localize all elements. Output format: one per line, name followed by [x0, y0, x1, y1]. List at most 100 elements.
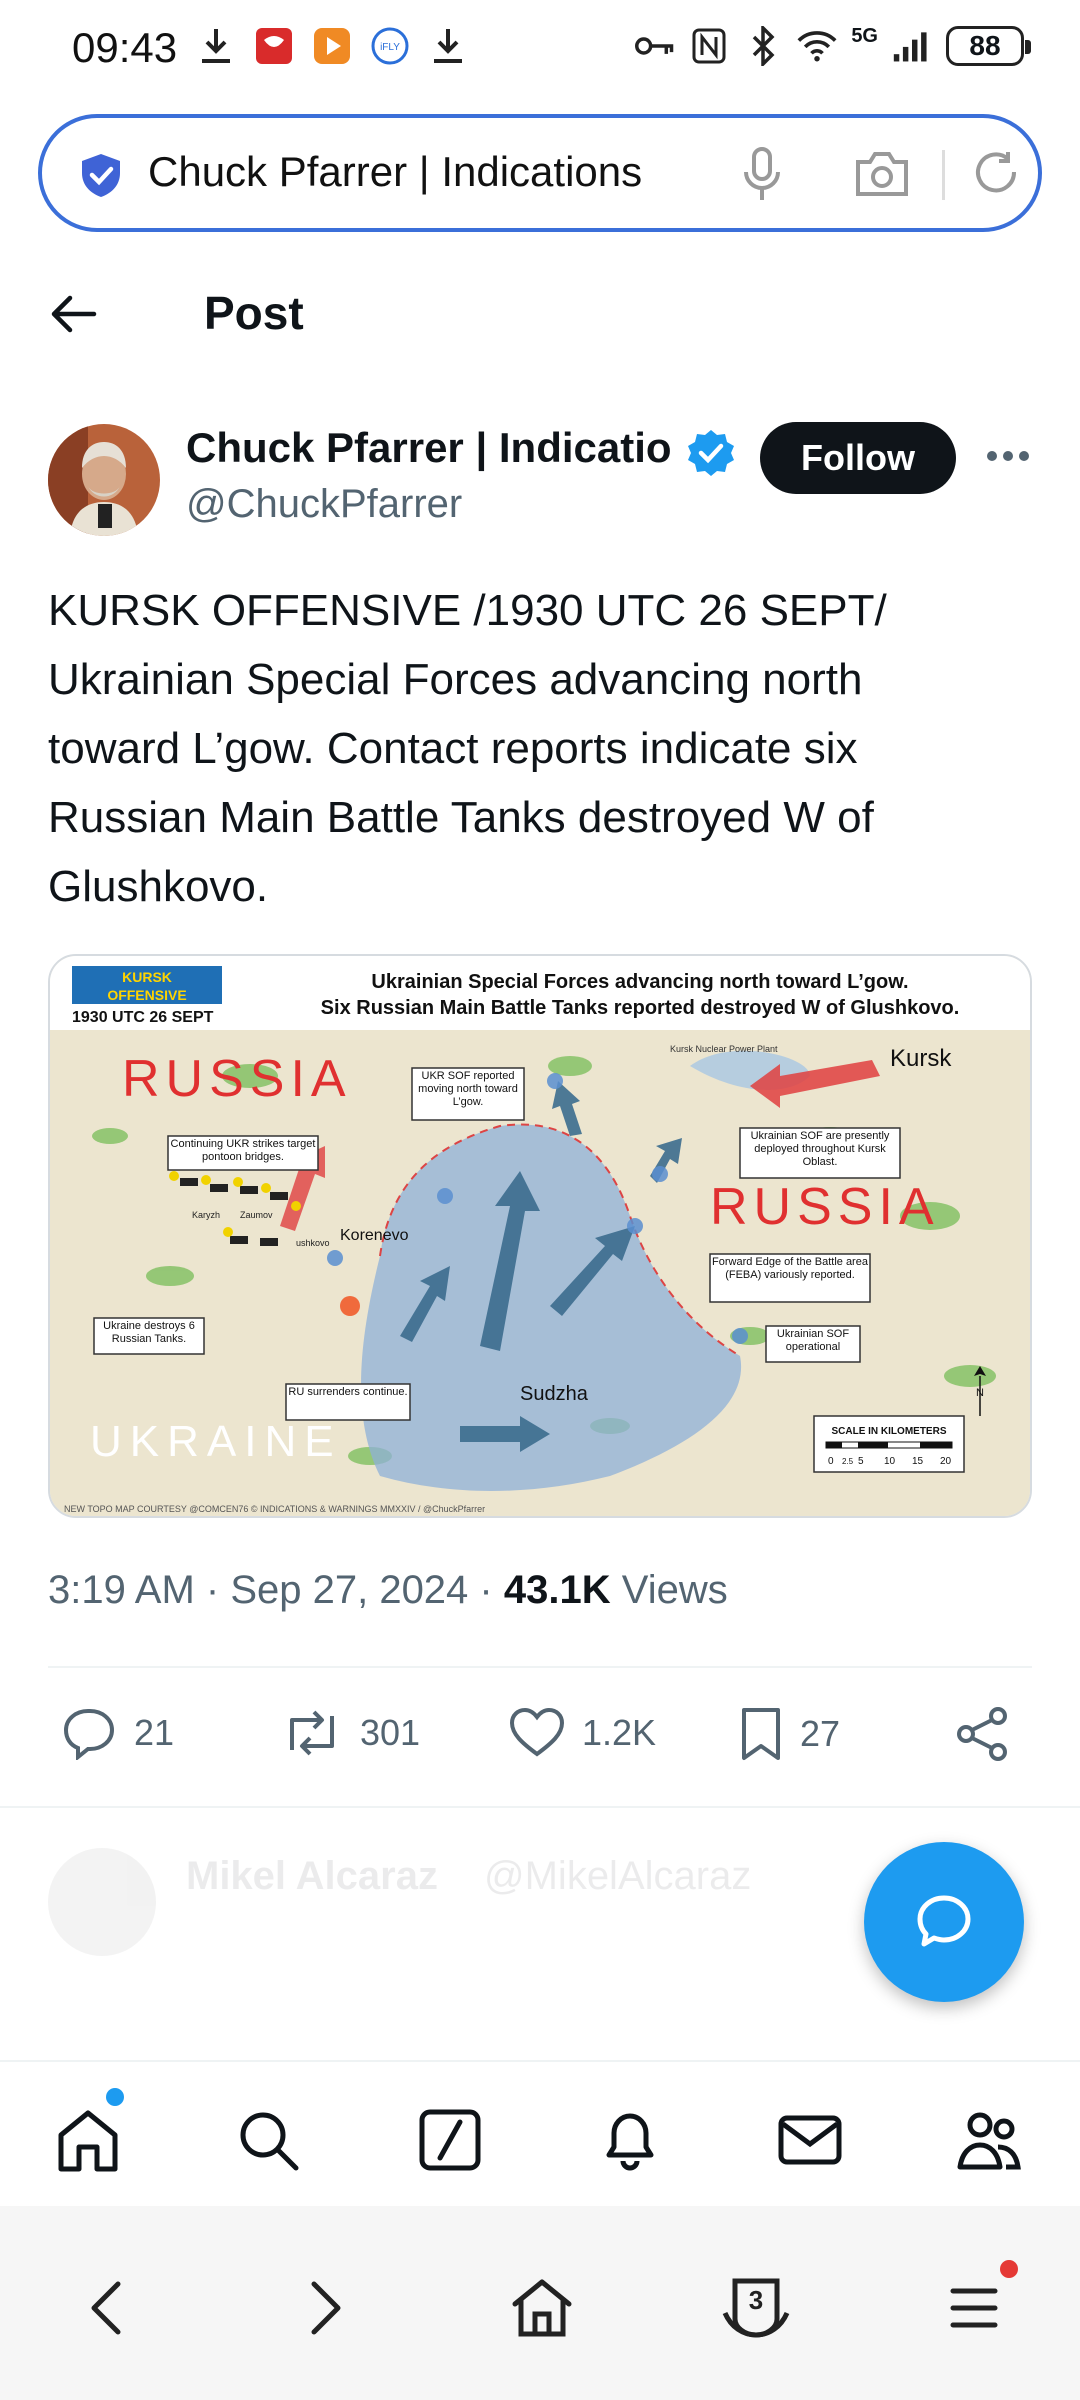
- callout-sof-op: Ukrainian SOF operational: [765, 1325, 861, 1363]
- more-icon: [987, 451, 1029, 461]
- bluetooth-icon: [743, 26, 783, 66]
- download-icon: [196, 26, 236, 66]
- tabs-icon: 3: [722, 2278, 790, 2338]
- npp-label: Kursk Nuclear Power Plant: [670, 1044, 778, 1054]
- browser-tabs-button[interactable]: 3: [716, 2268, 796, 2348]
- address-bar[interactable]: Chuck Pfarrer | Indications: [38, 114, 1042, 232]
- bookmark-icon: [742, 1708, 780, 1760]
- callout-strikes-text: Continuing UKR strikes target pontoon br…: [170, 1138, 316, 1163]
- scale-tick-0: 0: [828, 1456, 834, 1467]
- russia-label-west: RUSSIA: [122, 1050, 352, 1108]
- reply-handle: @MikelAlcaraz: [484, 1854, 752, 1898]
- reply-button[interactable]: 21: [60, 1706, 174, 1760]
- forward-icon: [311, 2281, 341, 2335]
- refresh-icon[interactable]: [970, 148, 1022, 205]
- north-label: N: [976, 1387, 984, 1399]
- repost-button[interactable]: 301: [280, 1706, 420, 1760]
- download-icon: [428, 26, 468, 66]
- nav-communities[interactable]: [950, 2100, 1030, 2180]
- reply-icon: [63, 1709, 115, 1760]
- browser-toolbar: 3: [0, 2206, 1080, 2400]
- callout-tanks-text: Ukraine destroys 6 Russian Tanks.: [103, 1320, 195, 1345]
- browser-menu-button[interactable]: [934, 2268, 1014, 2348]
- tab-count: 3: [749, 2285, 763, 2315]
- mic-icon[interactable]: [742, 146, 782, 207]
- home-icon: [512, 2279, 572, 2337]
- nav-grok[interactable]: [410, 2100, 490, 2180]
- browser-home-button[interactable]: [502, 2268, 582, 2348]
- post-media-image[interactable]: KURSK OFFENSIVE 1930 UTC 26 SEPT Ukraini…: [48, 954, 1032, 1518]
- camera-icon[interactable]: [854, 148, 910, 203]
- callout-surrender: RU surrenders continue.: [285, 1383, 411, 1421]
- bookmark-button[interactable]: 27: [738, 1706, 840, 1762]
- scale-title: SCALE IN KILOMETERS: [831, 1426, 946, 1437]
- shop-icon: [254, 26, 294, 66]
- nav-notifications[interactable]: [590, 2100, 670, 2180]
- reply-count: 21: [134, 1712, 175, 1753]
- post-text: KURSK OFFENSIVE /1930 UTC 26 SEPT/ Ukrai…: [48, 586, 887, 911]
- reply-avatar: [48, 1848, 156, 1956]
- share-icon: [957, 1707, 1007, 1761]
- author-handle[interactable]: @ChuckPfarrer: [186, 482, 462, 527]
- key-icon: [635, 26, 675, 66]
- reply-author: Mikel Alcaraz: [186, 1854, 438, 1898]
- badge-time: 1930 UTC 26 SEPT: [72, 1009, 214, 1026]
- divider: [48, 1666, 1032, 1668]
- verified-badge-icon: [686, 428, 736, 478]
- korenevo-label: Korenevo: [340, 1227, 409, 1244]
- callout-sof-north: UKR SOF reported moving north toward L’g…: [411, 1067, 525, 1121]
- callout-feba-text: Forward Edge of the Battle area (FEBA) v…: [712, 1256, 868, 1281]
- address-divider: [942, 150, 945, 200]
- arrow-left-icon: [51, 295, 97, 333]
- like-button[interactable]: 1.2K: [508, 1706, 656, 1760]
- back-icon: [91, 2281, 121, 2335]
- back-button[interactable]: [44, 284, 104, 344]
- heart-icon: [509, 1707, 565, 1757]
- notification-dot: [106, 2088, 124, 2106]
- follow-button[interactable]: Follow: [760, 422, 956, 494]
- share-button[interactable]: [954, 1706, 1010, 1762]
- nfc-icon: [689, 26, 729, 66]
- grok-icon: [419, 2109, 481, 2171]
- address-text[interactable]: Chuck Pfarrer | Indications: [148, 148, 642, 196]
- search-icon: [240, 2112, 299, 2171]
- post-date[interactable]: Sep 27, 2024: [230, 1568, 468, 1612]
- menu-icon: [950, 2288, 998, 2328]
- like-count: 1.2K: [582, 1712, 657, 1753]
- zaumov-label: Zaumov: [240, 1210, 273, 1220]
- signal-icon: [892, 26, 932, 66]
- scale-bar: SCALE IN KILOMETERS 0 2.5 5 10 15 20: [813, 1415, 965, 1473]
- nav-search[interactable]: [228, 2100, 308, 2180]
- post-time[interactable]: 3:19 AM: [48, 1568, 195, 1612]
- ukraine-label: UKRAINE: [90, 1417, 342, 1466]
- views-count: 43.1K: [503, 1568, 611, 1612]
- author-name[interactable]: Chuck Pfarrer | Indicatio: [186, 424, 686, 472]
- callout-sof-north-text: UKR SOF reported moving north toward L’g…: [418, 1070, 518, 1108]
- scale-tick-2: 5: [858, 1456, 864, 1467]
- browser-forward-button[interactable]: [286, 2268, 366, 2348]
- bottom-nav: [0, 2060, 1080, 2206]
- browser-back-button[interactable]: [66, 2268, 146, 2348]
- battery-indicator: 88: [946, 26, 1031, 66]
- callout-tanks: Ukraine destroys 6 Russian Tanks.: [93, 1317, 205, 1355]
- status-system-icons: 5G 88: [635, 25, 1031, 66]
- menu-notification-dot: [1000, 2260, 1018, 2278]
- map-headline-2: Six Russian Main Battle Tanks reported d…: [321, 997, 960, 1019]
- map-headline-1: Ukrainian Special Forces advancing north…: [371, 971, 908, 993]
- views-label: Views: [621, 1568, 728, 1612]
- avatar[interactable]: [48, 424, 160, 536]
- communities-icon: [957, 2112, 1021, 2170]
- compose-reply-button[interactable]: [864, 1842, 1024, 2002]
- scale-tick-3: 10: [884, 1456, 896, 1467]
- status-bar: 09:43 iFLY 5G 88: [0, 0, 1080, 100]
- page-title: Post: [204, 287, 304, 339]
- nav-messages[interactable]: [770, 2100, 850, 2180]
- video-icon: [312, 26, 352, 66]
- svg-text:iFLY: iFLY: [380, 42, 400, 53]
- scale-tick-4: 15: [912, 1456, 924, 1467]
- more-options-button[interactable]: [980, 428, 1036, 484]
- nav-home[interactable]: [48, 2100, 128, 2180]
- ifly-icon: iFLY: [370, 26, 410, 66]
- sudzha-label: Sudzha: [520, 1383, 589, 1405]
- post-actions: 21 301 1.2K 27: [48, 1706, 1032, 1770]
